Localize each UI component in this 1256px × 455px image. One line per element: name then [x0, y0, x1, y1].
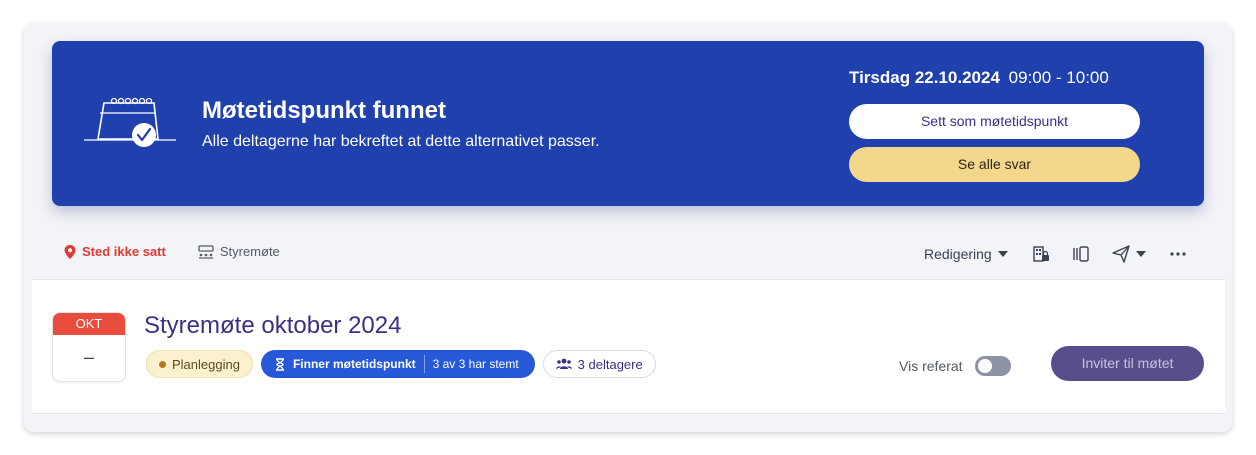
participants-label: 3 deltagere — [577, 356, 643, 372]
invite-button[interactable]: Inviter til møtet — [1051, 346, 1204, 381]
meeting-title[interactable]: Styremøte oktober 2024 — [144, 312, 401, 340]
calendar-day: – — [83, 347, 94, 367]
send-icon — [1112, 245, 1130, 263]
proposed-date: Tirsdag 22.10.2024 — [849, 68, 1000, 87]
columns-icon — [1073, 246, 1089, 262]
banner-title: Møtetidspunkt funnet — [202, 97, 446, 124]
banner-subtitle: Alle deltagerne har bekreftet at dette a… — [202, 133, 600, 150]
set-meeting-time-button[interactable]: Sett som møtetidspunkt — [849, 104, 1140, 139]
hourglass-icon — [275, 357, 284, 371]
calendar-badge: OKT – — [52, 312, 126, 382]
meeting-meta-row: Sted ikke satt Styremøte Redigering — [24, 238, 1232, 270]
meeting-room-icon — [198, 244, 214, 259]
calendar-month: OKT — [53, 313, 125, 335]
minutes-toggle-row: Vis referat — [899, 356, 1011, 376]
mode-label: Redigering — [924, 246, 992, 262]
meeting-summary: OKT – Styremøte oktober 2024 Planlegging… — [32, 280, 1225, 414]
more-icon — [1170, 252, 1186, 256]
building-lock-button[interactable] — [1032, 242, 1050, 266]
status-dot-icon — [159, 360, 166, 368]
location-pin-icon — [64, 244, 76, 259]
meeting-card: Møtetidspunkt funnet Alle deltagerne har… — [24, 23, 1232, 432]
building-lock-icon — [1033, 246, 1049, 262]
time-finder-label: Finner møtetidspunkt — [292, 357, 416, 371]
proposed-datetime: Tirsdag 22.10.2024 09:00 - 10:00 — [849, 68, 1109, 88]
send-dropdown[interactable] — [1112, 242, 1146, 266]
room-label: Styremøte — [219, 244, 280, 259]
proposed-time: 09:00 - 10:00 — [1008, 68, 1109, 87]
people-icon — [555, 358, 572, 369]
location-link[interactable]: Sted ikke satt — [64, 244, 166, 259]
minutes-label: Vis referat — [899, 358, 963, 374]
see-all-answers-button[interactable]: Se alle svar — [849, 147, 1140, 182]
location-label: Sted ikke satt — [82, 244, 166, 259]
columns-button[interactable] — [1072, 242, 1090, 266]
calendar-check-illustration — [84, 97, 176, 147]
chevron-down-icon — [997, 251, 1008, 257]
status-label: Planlegging — [172, 356, 240, 372]
chevron-down-icon — [1135, 251, 1146, 257]
room-link[interactable]: Styremøte — [198, 244, 280, 259]
time-finder-badge[interactable]: Finner møtetidspunkt 3 av 3 har stemt — [260, 350, 535, 378]
status-badge[interactable]: Planlegging — [146, 350, 253, 378]
mode-dropdown[interactable]: Redigering — [924, 246, 1008, 262]
meeting-time-found-banner: Møtetidspunkt funnet Alle deltagerne har… — [52, 41, 1204, 206]
votes-count: 3 av 3 har stemt — [432, 357, 519, 371]
participants-badge[interactable]: 3 deltagere — [542, 350, 656, 378]
badge-separator — [423, 355, 425, 373]
more-options-button[interactable] — [1170, 242, 1186, 266]
status-tags: Planlegging Finner møtetidspunkt 3 av 3 … — [146, 350, 656, 378]
minutes-toggle[interactable] — [974, 356, 1011, 376]
